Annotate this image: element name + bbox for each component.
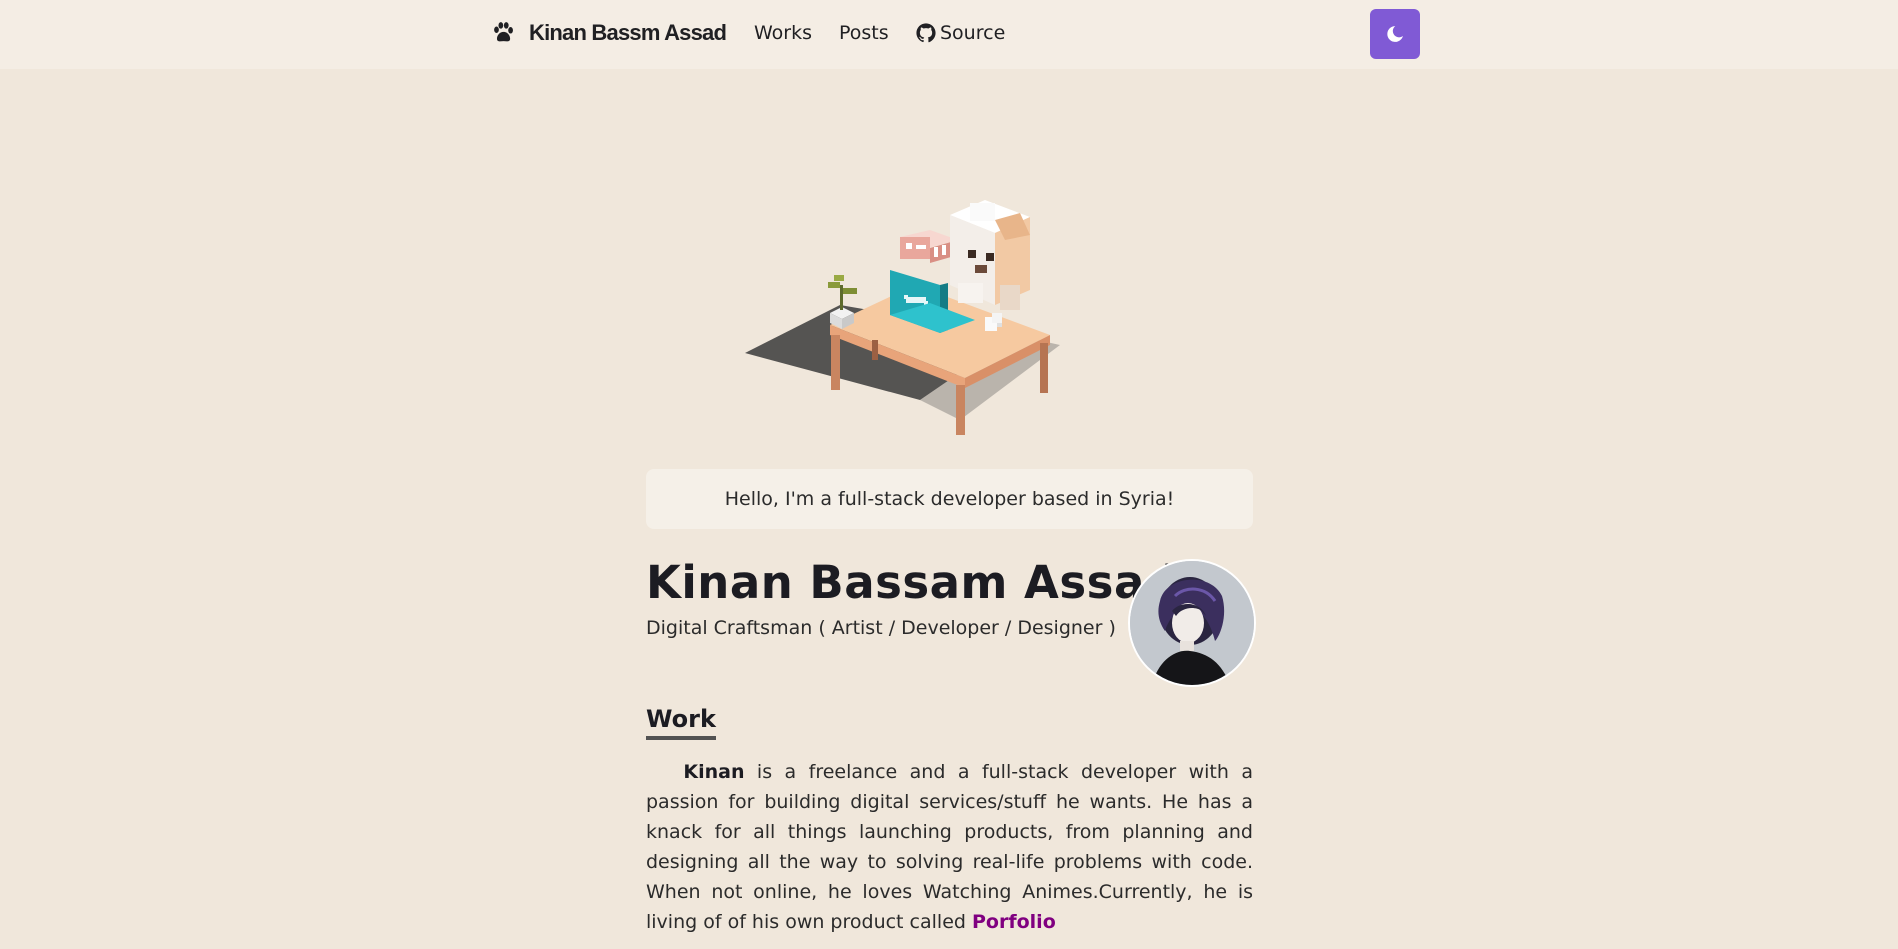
avatar-portrait bbox=[1130, 561, 1254, 685]
hero-voxel-illustration bbox=[730, 185, 1130, 447]
bio-name: Kinan bbox=[683, 761, 745, 783]
profile-name: Kinan Bassam Assad bbox=[646, 556, 1178, 609]
paw-icon bbox=[494, 22, 513, 42]
nav-link-posts-label: Posts bbox=[839, 22, 889, 44]
nav-link-works-label: Works bbox=[754, 22, 813, 44]
moon-icon bbox=[1387, 26, 1403, 42]
avatar bbox=[1128, 559, 1256, 687]
github-icon bbox=[916, 23, 936, 43]
nav-link-source[interactable]: Source bbox=[916, 22, 1005, 44]
brand-name: Kinan Bassm Assad bbox=[529, 20, 727, 45]
top-navbar: Kinan Bassm Assad Works Posts Source bbox=[0, 0, 1898, 69]
brand-link[interactable]: Kinan Bassm Assad bbox=[490, 20, 727, 46]
work-bio: Kinan is a freelance and a full-stack de… bbox=[646, 757, 1253, 937]
nav-link-works[interactable]: Works bbox=[754, 22, 812, 44]
navbar-container: Kinan Bassm Assad Works Posts Source bbox=[490, 0, 1420, 69]
bio-text: is a freelance and a full-stack develope… bbox=[646, 761, 1253, 933]
nav-link-source-label: Source bbox=[940, 22, 1006, 44]
theme-toggle-button[interactable] bbox=[1370, 9, 1420, 59]
voxel-desk-illustration bbox=[745, 200, 1060, 447]
greeting-banner: Hello, I'm a full-stack developer based … bbox=[646, 469, 1253, 529]
greeting-text: Hello, I'm a full-stack developer based … bbox=[724, 488, 1175, 510]
profile-subtitle: Digital Craftsman ( Artist / Developer /… bbox=[646, 617, 1116, 639]
portfolio-link[interactable]: Porfolio bbox=[972, 911, 1056, 933]
nav-link-posts[interactable]: Posts bbox=[839, 22, 889, 44]
work-section-title: Work bbox=[646, 705, 716, 740]
